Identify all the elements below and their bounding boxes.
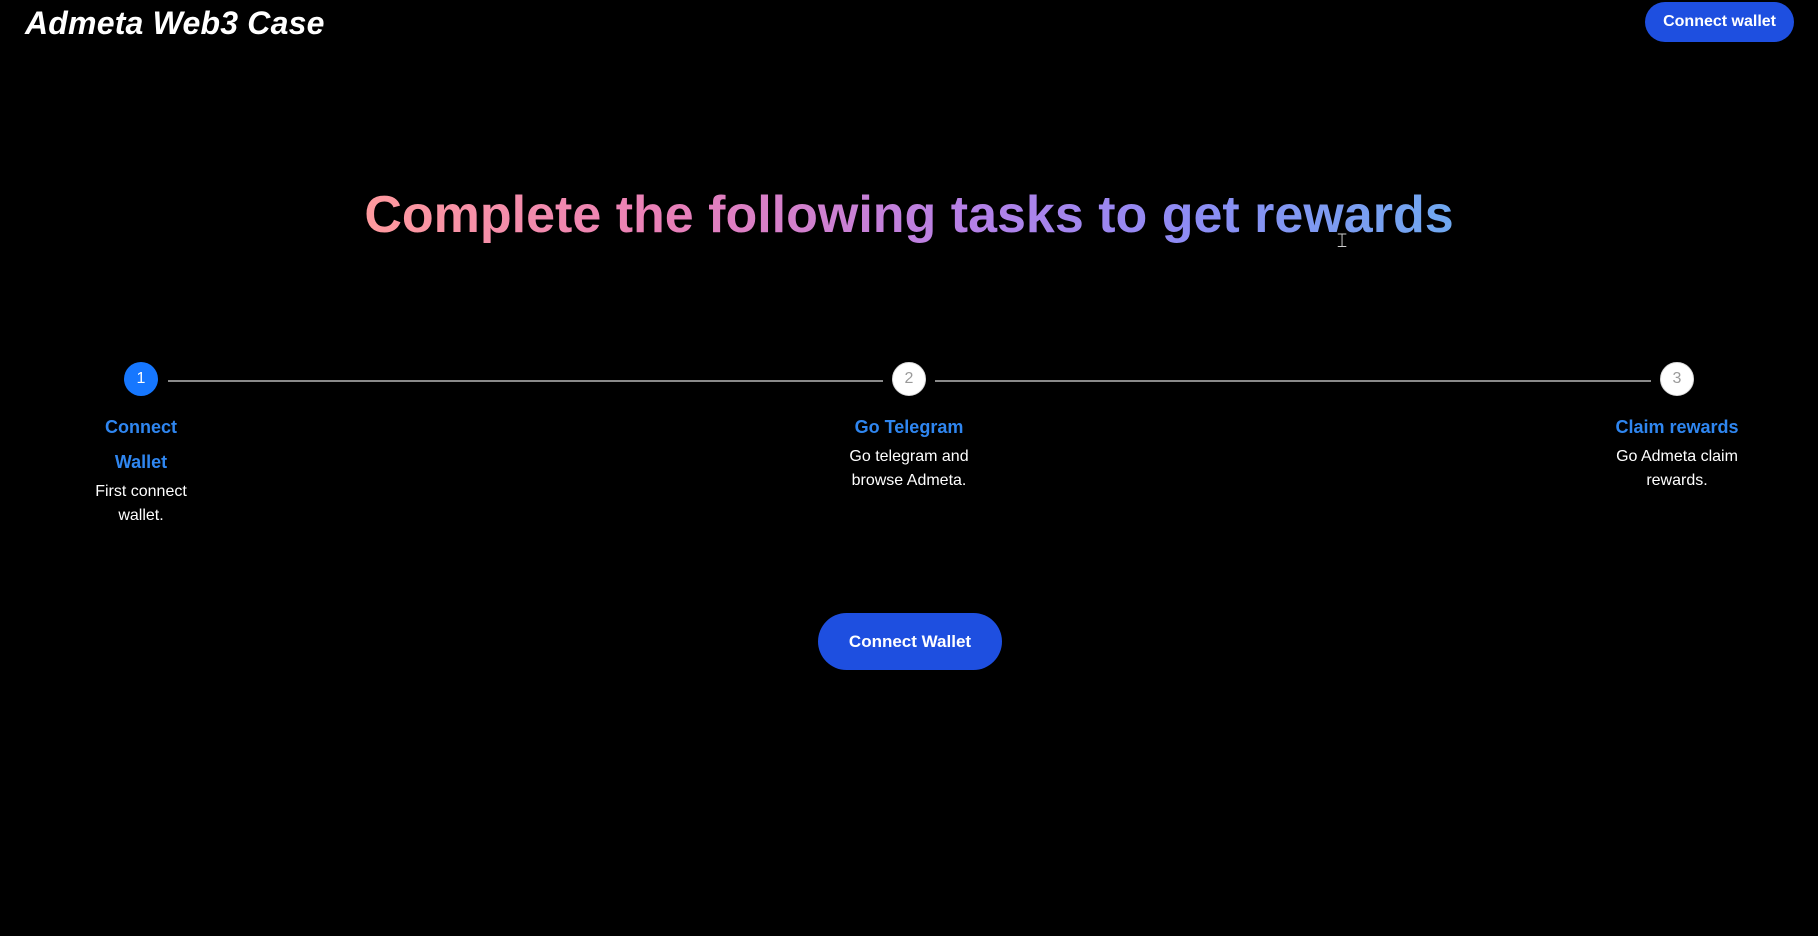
step-connect-wallet[interactable]: 1 Connect Wallet First connect wallet. — [61, 362, 221, 528]
step-description: Go Admeta claim rewards. — [1616, 448, 1738, 489]
text-cursor-icon: 𝙸 — [1335, 228, 1350, 252]
step-number-2: 2 — [892, 362, 926, 396]
step-connector-2 — [935, 380, 1651, 382]
step-title: Connect Wallet — [105, 417, 177, 472]
step-claim-rewards[interactable]: 3 Claim rewards Go Admeta claim rewards. — [1597, 362, 1757, 493]
step-number-1: 1 — [124, 362, 158, 396]
step-title: Claim rewards — [1615, 417, 1739, 437]
step-connector-1 — [168, 380, 883, 382]
header-connect-wallet-button[interactable]: Connect wallet — [1645, 2, 1794, 42]
headline-text: Complete the following tasks to get rewa… — [364, 183, 1453, 247]
page-headline: Complete the following tasks to get rewa… — [0, 183, 1818, 247]
step-title: Go Telegram — [854, 417, 964, 437]
step-number-3: 3 — [1660, 362, 1694, 396]
step-description: First connect wallet. — [95, 483, 187, 524]
step-go-telegram[interactable]: 2 Go Telegram Go telegram and browse Adm… — [829, 362, 989, 493]
brand-title: Admeta Web3 Case — [25, 5, 325, 41]
step-description: Go telegram and browse Admeta. — [849, 448, 969, 489]
steps-progress: 1 Connect Wallet First connect wallet. 2… — [0, 362, 1818, 532]
connect-wallet-button[interactable]: Connect Wallet — [818, 613, 1002, 670]
